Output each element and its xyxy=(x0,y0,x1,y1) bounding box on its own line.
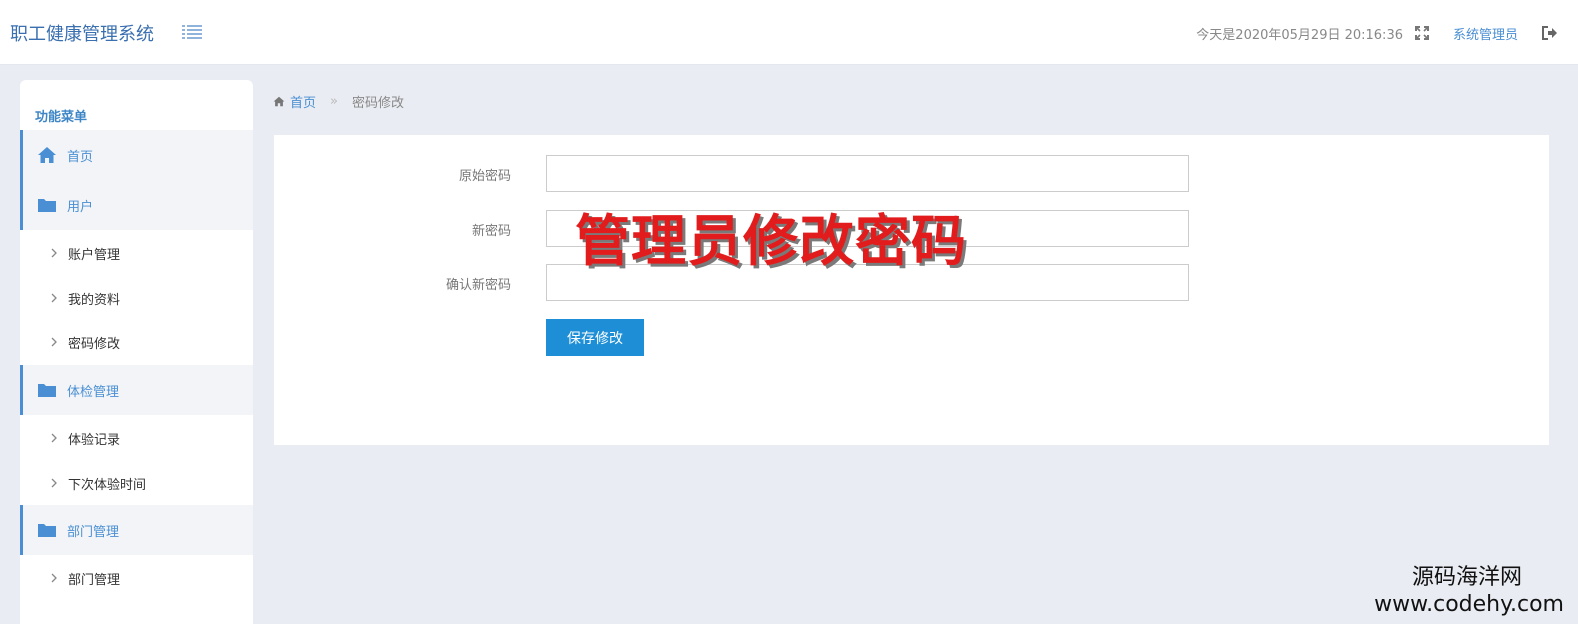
sidebar-item-next-checkup[interactable]: 下次体验时间 xyxy=(20,461,253,505)
sidebar-item-label: 体验记录 xyxy=(68,432,121,448)
sidebar-item-label: 首页 xyxy=(67,149,94,165)
sidebar-group-label: 体检管理 xyxy=(67,384,120,400)
breadcrumb: 首页 » 密码修改 xyxy=(273,92,404,111)
sidebar-item-change-password[interactable]: 密码修改 xyxy=(20,320,253,364)
chevron-right-icon xyxy=(51,433,57,443)
folder-icon xyxy=(37,196,57,214)
sidebar-item-label: 账户管理 xyxy=(68,247,121,263)
watermark-line2: www.codehy.com xyxy=(1374,592,1564,617)
chevron-right-icon xyxy=(51,478,57,488)
top-header: 职工健康管理系统 今天是2020年05月29日 20:16:36 系统管理员 xyxy=(0,0,1578,65)
sidebar-group-label: 部门管理 xyxy=(67,524,120,540)
watermark-line1: 源码海洋网 xyxy=(1411,565,1522,590)
chevron-right-icon xyxy=(51,573,57,583)
sidebar-title: 功能菜单 xyxy=(35,110,88,125)
home-icon xyxy=(273,96,285,106)
old-password-row: 原始密码 xyxy=(274,155,1549,192)
old-password-label: 原始密码 xyxy=(458,169,511,184)
user-menu-link[interactable]: 系统管理员 xyxy=(1453,24,1518,43)
sidebar-item-account-management[interactable]: 账户管理 xyxy=(20,231,253,275)
sidebar-item-label: 部门管理 xyxy=(68,572,121,588)
save-changes-button[interactable]: 保存修改 xyxy=(546,319,644,356)
sidebar-item-label: 密码修改 xyxy=(68,336,121,352)
breadcrumb-home-link[interactable]: 首页 xyxy=(290,92,316,111)
header-right: 今天是2020年05月29日 20:16:36 系统管理员 xyxy=(1196,23,1558,43)
chevron-right-icon xyxy=(51,337,57,347)
new-password-label: 新密码 xyxy=(471,224,511,239)
breadcrumb-separator: » xyxy=(330,93,338,109)
sidebar-item-home[interactable]: 首页 xyxy=(20,130,253,180)
sidebar: 功能菜单 首页 用户 账户管理 我的资料 密码修改 体检管理 体验记录 下次体验… xyxy=(20,80,253,624)
sidebar-item-label: 我的资料 xyxy=(68,292,121,308)
app-title: 职工健康管理系统 xyxy=(10,24,154,45)
list-menu-icon[interactable] xyxy=(182,24,202,40)
overlay-caption: 管理员修改密码 xyxy=(575,209,968,273)
folder-icon xyxy=(37,381,57,399)
chevron-right-icon xyxy=(51,248,57,258)
watermark: 源码海洋网 www.codehy.com xyxy=(1374,564,1564,618)
sidebar-group-checkup[interactable]: 体检管理 xyxy=(20,365,253,415)
fullscreen-icon[interactable] xyxy=(1414,26,1429,40)
confirm-password-label: 确认新密码 xyxy=(445,278,511,293)
current-datetime: 今天是2020年05月29日 20:16:36 xyxy=(1196,27,1403,43)
sidebar-group-department[interactable]: 部门管理 xyxy=(20,505,253,555)
sidebar-item-my-profile[interactable]: 我的资料 xyxy=(20,276,253,320)
change-password-panel: 原始密码 新密码 确认新密码 保存修改 xyxy=(274,135,1549,445)
logout-icon[interactable] xyxy=(1542,26,1558,40)
folder-icon xyxy=(37,521,57,539)
chevron-right-icon xyxy=(51,293,57,303)
breadcrumb-current: 密码修改 xyxy=(351,95,404,111)
sidebar-item-department-management[interactable]: 部门管理 xyxy=(20,556,253,600)
sidebar-item-label: 下次体验时间 xyxy=(68,477,147,493)
sidebar-item-checkup-records[interactable]: 体验记录 xyxy=(20,416,253,460)
sidebar-group-users[interactable]: 用户 xyxy=(20,180,253,230)
sidebar-group-label: 用户 xyxy=(67,199,94,215)
old-password-input[interactable] xyxy=(546,155,1189,192)
home-icon xyxy=(37,146,57,164)
